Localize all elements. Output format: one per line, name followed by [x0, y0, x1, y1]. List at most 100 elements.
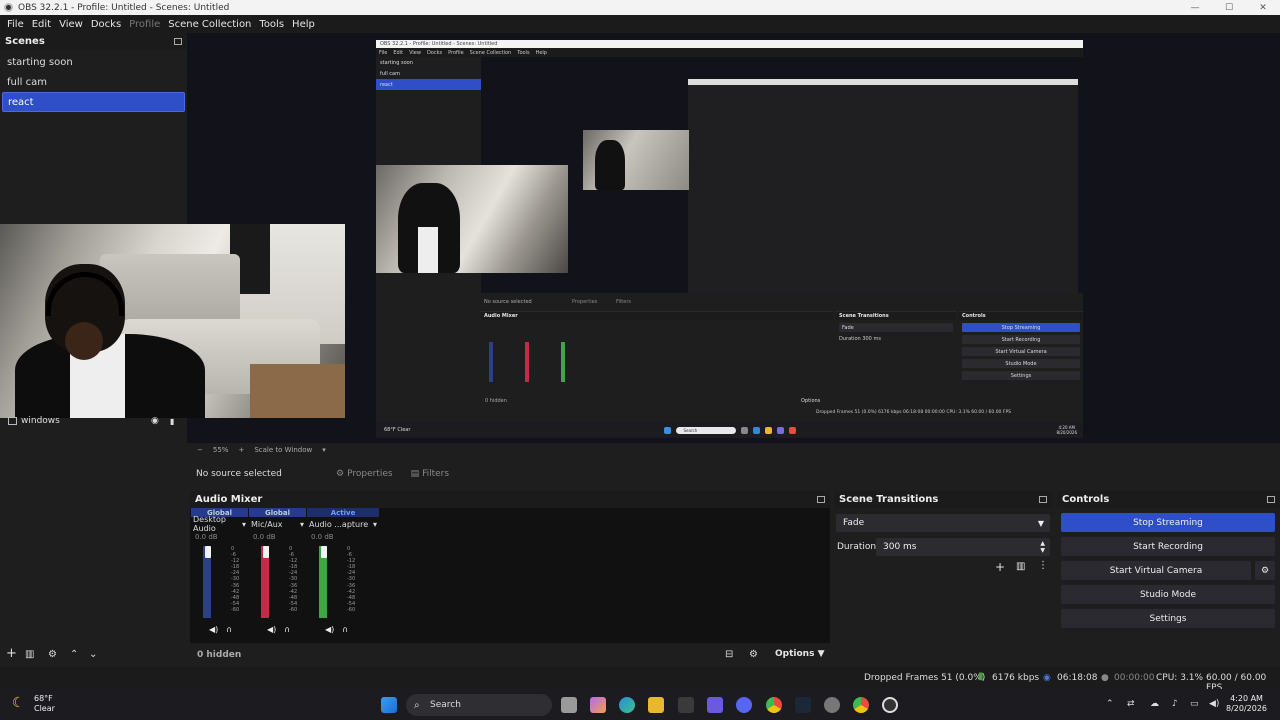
- channel-name[interactable]: Audio ...apture ▾: [307, 517, 379, 531]
- speaker-icon[interactable]: ◀): [209, 625, 218, 634]
- volume-icon[interactable]: ◀): [1209, 699, 1219, 709]
- close-button[interactable]: ✕: [1246, 0, 1280, 15]
- monitor-icon[interactable]: ▭: [1190, 699, 1199, 709]
- menu-file[interactable]: File: [3, 19, 28, 30]
- scene-item-starting-soon[interactable]: starting soon: [2, 52, 185, 72]
- add-transition-icon[interactable]: +: [995, 560, 1005, 574]
- speaker-icon[interactable]: ◀): [267, 625, 276, 634]
- eye-icon[interactable]: ◉: [151, 416, 159, 426]
- stream-icon: ◉: [1043, 673, 1051, 683]
- minimize-button[interactable]: —: [1178, 0, 1212, 15]
- task-view-icon[interactable]: [561, 697, 577, 713]
- obs-app-icon[interactable]: [882, 697, 898, 713]
- move-down-icon[interactable]: ⌄: [89, 649, 97, 660]
- menu-view[interactable]: View: [55, 19, 87, 30]
- settings-app-icon[interactable]: [824, 697, 840, 713]
- windows-start-icon[interactable]: [381, 697, 397, 713]
- channel-name[interactable]: Desktop Audio ▾: [191, 515, 248, 533]
- trash-icon[interactable]: ▥: [25, 649, 34, 660]
- channel-name[interactable]: Mic/Aux ▾: [249, 517, 306, 531]
- weather-desc: Clear: [34, 704, 55, 713]
- menu-help[interactable]: Help: [288, 19, 319, 30]
- start-recording-button[interactable]: Start Recording: [1061, 537, 1275, 556]
- virtual-camera-gear-icon[interactable]: ⚙: [1255, 561, 1275, 580]
- meter-ticks: 0 -6 -12 -18 -24 -30 -36 -42 -48 -54 -60: [347, 546, 355, 613]
- headphones-icon[interactable]: ∩: [284, 625, 290, 634]
- edge-icon[interactable]: [619, 697, 635, 713]
- headphones-icon[interactable]: ∩: [226, 625, 232, 634]
- scale-select[interactable]: Scale to Window: [254, 446, 312, 454]
- obs-window: OBS 32.2.1 - Profile: Untitled - Scenes:…: [0, 0, 1280, 720]
- nested-edge-icon: [752, 426, 760, 434]
- add-scene-icon[interactable]: +: [6, 646, 17, 661]
- duration-spinbox[interactable]: 300 ms ▲ ▼: [876, 538, 1050, 556]
- float-dock-icon[interactable]: [1267, 496, 1275, 503]
- maximize-button[interactable]: ☐: [1212, 0, 1246, 15]
- source-item-windows[interactable]: windows ◉ ▮: [0, 413, 187, 429]
- more-options-icon[interactable]: ⋮: [1038, 560, 1048, 571]
- chrome-icon[interactable]: [766, 697, 782, 713]
- menu-docks[interactable]: Docks: [87, 19, 125, 30]
- nested-audio-mixer: Audio Mixer 0 hidden Options: [481, 311, 833, 406]
- layout-icon[interactable]: ⊟: [725, 649, 733, 660]
- cloud-icon[interactable]: ☁: [1150, 699, 1159, 709]
- scenes-title: Scenes: [5, 36, 45, 47]
- options-button[interactable]: Options ▼: [775, 649, 825, 659]
- nested-start-virtual-camera: Start Virtual Camera: [962, 347, 1080, 356]
- channel-icons: ◀) ∩: [325, 625, 348, 634]
- menu-edit[interactable]: Edit: [28, 19, 55, 30]
- float-dock-icon[interactable]: [817, 496, 825, 503]
- chevron-down-icon: ▾: [299, 519, 304, 529]
- steam-icon[interactable]: [795, 697, 811, 713]
- transition-select[interactable]: Fade ▼: [836, 514, 1050, 532]
- menu-scene-collection[interactable]: Scene Collection: [164, 19, 255, 30]
- float-dock-icon[interactable]: [174, 38, 182, 45]
- settings-button[interactable]: Settings: [1061, 609, 1275, 628]
- controls-title: Controls: [1062, 494, 1110, 505]
- taskbar-search[interactable]: ⌕ Search: [406, 694, 552, 716]
- start-virtual-camera-button[interactable]: Start Virtual Camera: [1061, 561, 1251, 580]
- nested-transitions-title: Scene Transitions: [836, 312, 956, 320]
- volume-slider[interactable]: [263, 546, 269, 558]
- nested-menu-view: View: [409, 49, 421, 56]
- zoom-out-icon[interactable]: −: [197, 446, 203, 454]
- controls-header: Controls: [1057, 491, 1280, 508]
- properties-button[interactable]: ⚙ Properties: [336, 469, 393, 479]
- webcam-source[interactable]: [0, 224, 345, 418]
- headphones-icon[interactable]: ∩: [342, 625, 348, 634]
- scene-item-full-cam[interactable]: full cam: [2, 72, 185, 92]
- mixer-settings-icon[interactable]: ⚙: [749, 649, 758, 660]
- taskbar-clock[interactable]: 4:20 AM 8/20/2026: [1226, 694, 1267, 714]
- float-dock-icon[interactable]: [1039, 496, 1047, 503]
- filters-button[interactable]: ▤ Filters: [411, 469, 450, 479]
- zoom-in-icon[interactable]: +: [238, 446, 244, 454]
- volume-slider[interactable]: [205, 546, 211, 558]
- move-up-icon[interactable]: ⌃: [70, 649, 78, 660]
- spin-arrows-icon[interactable]: ▲ ▼: [1040, 540, 1045, 554]
- menu-profile[interactable]: Profile: [125, 19, 164, 30]
- teams-icon[interactable]: [707, 697, 723, 713]
- copilot-icon[interactable]: [590, 697, 606, 713]
- file-explorer-icon[interactable]: [648, 697, 664, 713]
- stop-streaming-button[interactable]: Stop Streaming: [1061, 513, 1275, 532]
- microphone-icon[interactable]: ♪: [1172, 699, 1178, 709]
- chevron-up-icon[interactable]: ⌃: [1106, 699, 1114, 709]
- studio-mode-button[interactable]: Studio Mode: [1061, 585, 1275, 604]
- network-icon[interactable]: ⇄: [1127, 699, 1135, 709]
- nested-hidden: 0 hidden: [485, 398, 507, 404]
- chevron-down-icon[interactable]: ▾: [322, 446, 326, 454]
- chevron-down-icon: ▾: [372, 519, 377, 529]
- audio-mixer-dock: Audio Mixer Global Desktop Audio ▾ 0.0 dB…: [190, 491, 830, 643]
- trash-icon[interactable]: ▥: [1016, 561, 1025, 572]
- speaker-icon[interactable]: ◀): [325, 625, 334, 634]
- app-icon[interactable]: [678, 697, 694, 713]
- volume-slider[interactable]: [321, 546, 327, 558]
- transition-value: Fade: [843, 518, 865, 528]
- weather-widget[interactable]: 68°F Clear: [34, 694, 55, 714]
- chrome-icon-2[interactable]: [853, 697, 869, 713]
- lock-icon[interactable]: ▮: [170, 417, 174, 426]
- gear-icon[interactable]: ⚙: [48, 649, 57, 660]
- menu-tools[interactable]: Tools: [255, 19, 288, 30]
- scene-item-react[interactable]: react: [2, 92, 185, 112]
- discord-icon[interactable]: [736, 697, 752, 713]
